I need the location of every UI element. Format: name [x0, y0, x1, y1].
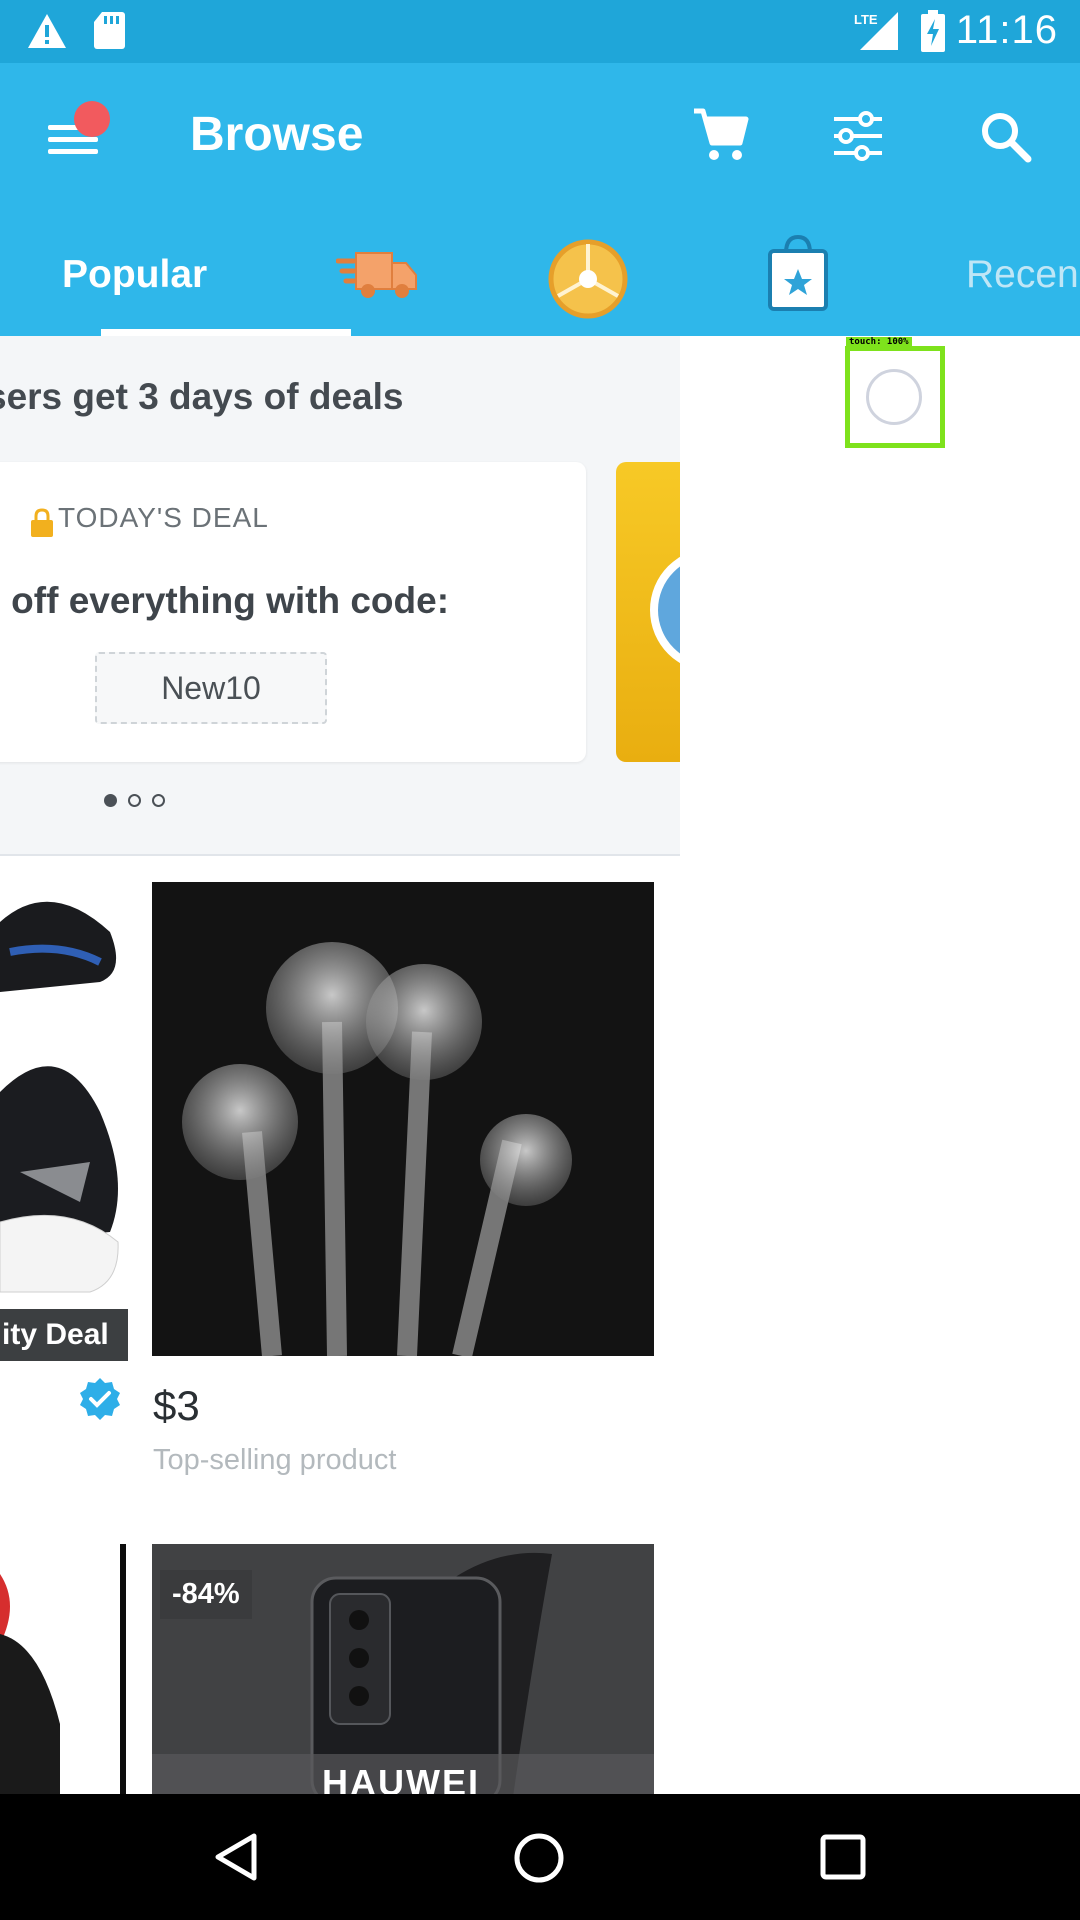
app-bar: Browse Popular Recen	[0, 63, 1080, 336]
back-icon[interactable]	[212, 1832, 260, 1882]
clock-icon	[650, 556, 680, 664]
touch-indicator-label: touch: 100%	[846, 337, 912, 347]
deal-label: TODAY'S DEAL	[58, 502, 269, 533]
deals-banner: sers get 3 days of deals TODAY'S DEAL % …	[0, 336, 680, 856]
verified-badge-icon	[80, 1378, 120, 1420]
active-tab-indicator	[101, 329, 351, 336]
product-price: $3	[153, 1382, 200, 1429]
cart-icon	[694, 108, 749, 160]
status-time: 11:16	[955, 8, 1058, 52]
product-image-hoodie[interactable]	[0, 1544, 126, 1794]
product-image-shoes[interactable]	[0, 882, 126, 1352]
notification-dot	[74, 101, 110, 137]
carousel-pagination	[104, 794, 176, 812]
home-icon[interactable]	[513, 1832, 565, 1884]
prize-wheel-icon	[548, 239, 628, 319]
hoodie-image	[0, 1544, 126, 1794]
tab-recent[interactable]: Recen	[966, 253, 1079, 297]
cart-button[interactable]	[690, 105, 750, 165]
tab-express-shipping[interactable]	[335, 243, 420, 303]
search-icon	[982, 113, 1032, 163]
battery-charging-icon	[921, 10, 945, 52]
feed-pane: sers get 3 days of deals TODAY'S DEAL % …	[0, 336, 680, 1794]
sliders-icon	[834, 111, 882, 161]
search-button[interactable]	[980, 111, 1032, 163]
system-nav-bar	[0, 1794, 1080, 1920]
next-deal-card[interactable]	[616, 462, 680, 762]
discount-badge: -84%	[160, 1570, 252, 1619]
shopping-bag-star-icon	[768, 234, 828, 311]
status-bar: LTE 11:16	[0, 0, 1080, 63]
delivery-truck-icon	[335, 252, 417, 298]
carousel-dot[interactable]	[104, 794, 117, 807]
product-brand-text: HAUWEI	[322, 1762, 480, 1794]
deal-description: % off everything with code:	[0, 580, 450, 621]
carousel-dot[interactable]	[152, 794, 165, 807]
product-subtitle: Top-selling product	[153, 1444, 397, 1476]
deal-card[interactable]: TODAY'S DEAL % off everything with code:…	[0, 462, 586, 762]
carousel-dot[interactable]	[128, 794, 141, 807]
sd-card-icon	[94, 12, 125, 49]
product-image-phone[interactable]: -84% HAUWEI	[152, 1544, 654, 1794]
svg-text:LTE: LTE	[854, 12, 878, 27]
tab-popular[interactable]: Popular	[62, 253, 207, 297]
lock-icon	[31, 508, 53, 537]
promo-code[interactable]: New10	[95, 652, 327, 724]
product-image-glass[interactable]	[152, 882, 654, 1356]
tab-daily-spin[interactable]	[548, 239, 628, 319]
warning-icon	[28, 14, 66, 48]
filter-button[interactable]	[832, 111, 884, 161]
product-badge: ity Deal	[0, 1309, 128, 1361]
banner-headline: sers get 3 days of deals	[0, 376, 404, 417]
lte-signal-icon: LTE	[854, 12, 898, 50]
touch-point-circle	[866, 369, 922, 425]
glass-pipes-image	[152, 882, 654, 1356]
recents-icon[interactable]	[820, 1834, 866, 1880]
sneaker-image	[0, 901, 119, 1293]
page-title: Browse	[190, 108, 364, 161]
tab-brands[interactable]	[766, 234, 830, 311]
